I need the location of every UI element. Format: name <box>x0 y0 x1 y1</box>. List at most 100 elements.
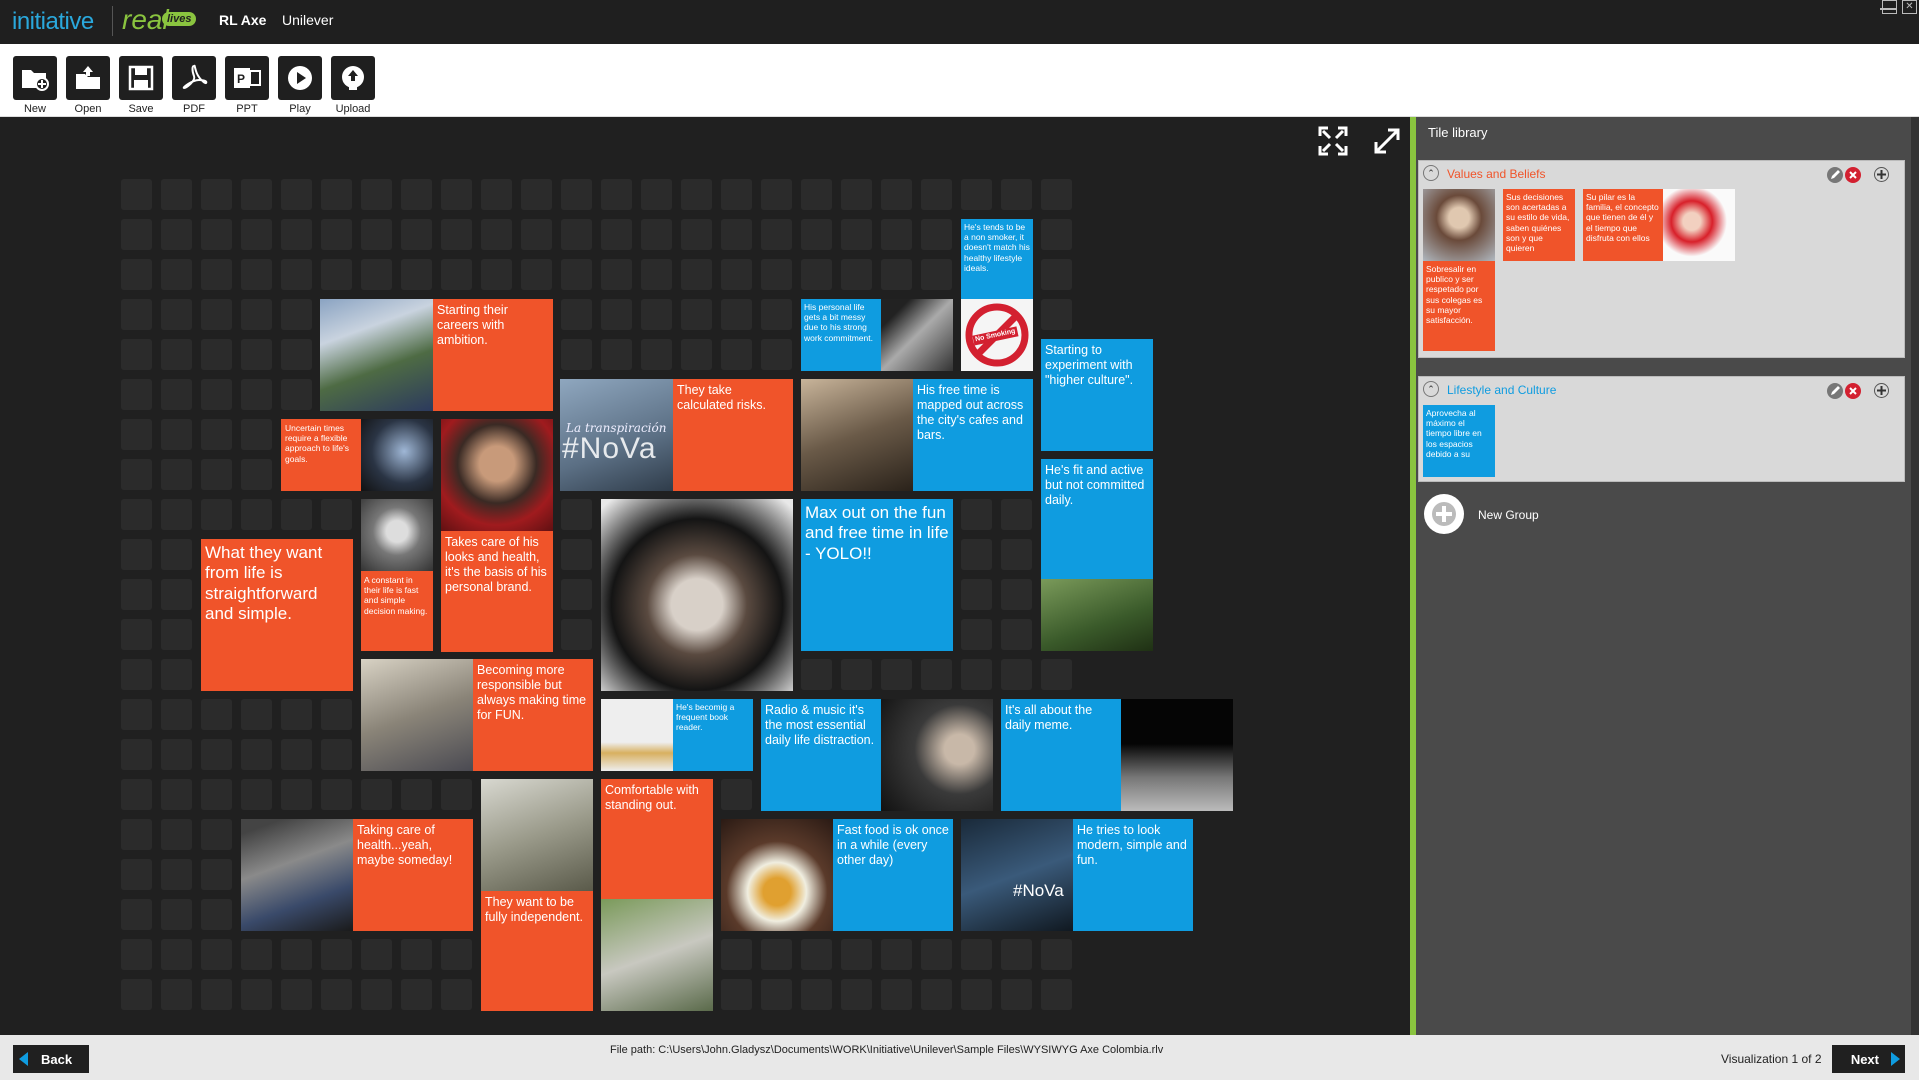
grid-cell <box>201 779 232 810</box>
tile-looks-health[interactable]: Takes care of his looks and health, it's… <box>441 419 553 652</box>
grid-cell <box>161 899 192 930</box>
new-group-button[interactable] <box>1424 494 1464 534</box>
tile-uncertain-times[interactable]: Uncertain times require a flexible appro… <box>281 419 433 491</box>
edit-group-icon[interactable] <box>1827 167 1843 183</box>
tile-text: They take calculated risks. <box>677 383 766 412</box>
grid-cell <box>441 939 472 970</box>
play-button[interactable]: Play <box>278 56 322 115</box>
title-bar: initiative real lives RL Axe Unilever ✕ <box>0 0 1919 44</box>
grid-cell <box>161 179 192 210</box>
tile-max-out[interactable]: Max out on the fun and free time in life… <box>801 499 953 651</box>
tile-what-they-want[interactable]: What they want from life is straightforw… <box>201 539 353 691</box>
grid-cell <box>801 179 832 210</box>
tile-constant-life[interactable]: A constant in their life is fast and sim… <box>361 499 433 651</box>
collapse-group-icon[interactable]: ⌃ <box>1423 381 1439 397</box>
tile-responsible[interactable]: Becoming more responsible but always mak… <box>361 659 593 771</box>
tile-calculated-risks[interactable]: La transpiración #NoVa They take calcula… <box>560 379 793 491</box>
save-button[interactable]: Save <box>119 56 163 115</box>
tile-starting-careers[interactable]: Starting their careers with ambition. <box>320 299 553 411</box>
upload-button[interactable]: Upload <box>331 56 375 115</box>
grid-cell <box>201 499 232 530</box>
grid-cell <box>881 939 912 970</box>
grid-cell <box>1001 579 1032 610</box>
grid-cell <box>1001 619 1032 650</box>
tile-health-someday[interactable]: Taking care of health...yeah, maybe some… <box>241 819 473 931</box>
library-group-lifestyle-culture[interactable]: ⌃ Lifestyle and Culture Aprovecha al máx… <box>1418 376 1905 482</box>
tile-text: Starting to experiment with "higher cult… <box>1045 343 1134 387</box>
tile-text: Taking care of health...yeah, maybe some… <box>357 823 453 867</box>
tile-independent[interactable]: They want to be fully independent. <box>481 779 593 1011</box>
nova-text: #NoVa <box>1013 881 1064 900</box>
tile-fit-active[interactable]: He's fit and active but not committed da… <box>1041 459 1153 651</box>
tile-higher-culture[interactable]: Starting to experiment with "higher cult… <box>1041 339 1153 451</box>
tile-standing-out[interactable]: Comfortable with standing out. <box>601 779 713 1011</box>
tile-non-smoker[interactable]: He's tends to be a non smoker, it doesn'… <box>961 219 1033 371</box>
tile-text: Aprovecha al máximo el tiempo libre en l… <box>1426 408 1482 459</box>
grid-cell <box>401 939 432 970</box>
grid-cell <box>241 259 272 290</box>
tile-text: What they want from life is straightforw… <box>205 543 323 624</box>
ppt-button[interactable]: P PPT <box>225 56 269 115</box>
tile-book-reader[interactable]: He's becomig a frequent book reader. <box>601 699 753 771</box>
library-tile[interactable]: Su pilar es la familia, el concepto que … <box>1583 189 1735 261</box>
fullscreen-icon[interactable] <box>1372 126 1402 161</box>
library-group-values-beliefs[interactable]: ⌃ Values and Beliefs Sobresalir en publi… <box>1418 160 1905 358</box>
back-button[interactable]: Back <box>13 1045 89 1073</box>
library-tile[interactable]: Sus decisiones son acertadas a su estilo… <box>1503 189 1575 261</box>
grid-cell <box>241 299 272 330</box>
new-group-label[interactable]: New Group <box>1478 508 1539 522</box>
grid-cell <box>881 219 912 250</box>
grid-cell <box>161 259 192 290</box>
new-button[interactable]: New <box>13 56 57 115</box>
tile-free-time[interactable]: His free time is mapped out across the c… <box>801 379 1033 491</box>
tile-modern-simple[interactable]: #NoVa He tries to look modern, simple an… <box>961 819 1193 931</box>
tile-portrait-photo[interactable] <box>601 499 793 691</box>
fit-screen-icon[interactable] <box>1318 126 1348 161</box>
grid-cell <box>761 339 792 370</box>
tile-photo <box>1041 579 1153 651</box>
tile-daily-meme[interactable]: It's all about the daily meme. <box>1001 699 1233 811</box>
collapse-group-icon[interactable]: ⌃ <box>1423 165 1439 181</box>
grid-cell <box>241 979 272 1010</box>
grid-cell <box>161 779 192 810</box>
maximize-button[interactable] <box>1882 0 1897 14</box>
add-tile-icon[interactable] <box>1874 167 1889 182</box>
grid-cell <box>761 179 792 210</box>
tile-photo <box>441 419 553 531</box>
visualization-canvas[interactable]: Starting their careers with ambition. La… <box>0 117 1410 1035</box>
close-window-button[interactable]: ✕ <box>1902 0 1917 14</box>
group-title: Values and Beliefs <box>1447 167 1546 181</box>
logo-divider <box>112 6 113 36</box>
edit-group-icon[interactable] <box>1827 383 1843 399</box>
grid-cell <box>881 659 912 690</box>
grid-cell <box>1041 939 1072 970</box>
open-button[interactable]: Open <box>66 56 110 115</box>
tile-radio-music[interactable]: Radio & music it's the most essential da… <box>761 699 993 811</box>
grid-cell <box>841 939 872 970</box>
grid-cell <box>1041 219 1072 250</box>
grid-cell <box>161 819 192 850</box>
grid-cell <box>961 179 992 210</box>
add-tile-icon[interactable] <box>1874 383 1889 398</box>
grid-cell <box>601 179 632 210</box>
tile-photo <box>801 379 913 491</box>
library-tile[interactable]: Aprovecha al máximo el tiempo libre en l… <box>1423 405 1495 477</box>
sidebar-scrollbar[interactable] <box>1911 117 1919 1035</box>
delete-group-icon[interactable] <box>1845 167 1861 183</box>
tile-text: He's tends to be a non smoker, it doesn'… <box>964 222 1030 273</box>
grid-cell <box>761 259 792 290</box>
grid-cell <box>281 739 312 770</box>
next-label: Next <box>1850 1051 1879 1067</box>
play-label: Play <box>289 103 311 115</box>
next-button[interactable]: Next <box>1832 1045 1905 1073</box>
grid-cell <box>201 899 232 930</box>
tile-fast-food[interactable]: Fast food is ok once in a while (every o… <box>721 819 953 931</box>
grid-cell <box>281 179 312 210</box>
tile-personal-life[interactable]: His personal life gets a bit messy due t… <box>801 299 953 371</box>
tile-text: His free time is mapped out across the c… <box>917 383 1024 442</box>
library-tile[interactable]: Sobresalir en publico y ser respetado po… <box>1423 189 1495 351</box>
delete-group-icon[interactable] <box>1845 383 1861 399</box>
pdf-button[interactable]: PDF <box>172 56 216 115</box>
plus-icon <box>1432 502 1456 526</box>
tile-photo <box>1423 189 1495 261</box>
